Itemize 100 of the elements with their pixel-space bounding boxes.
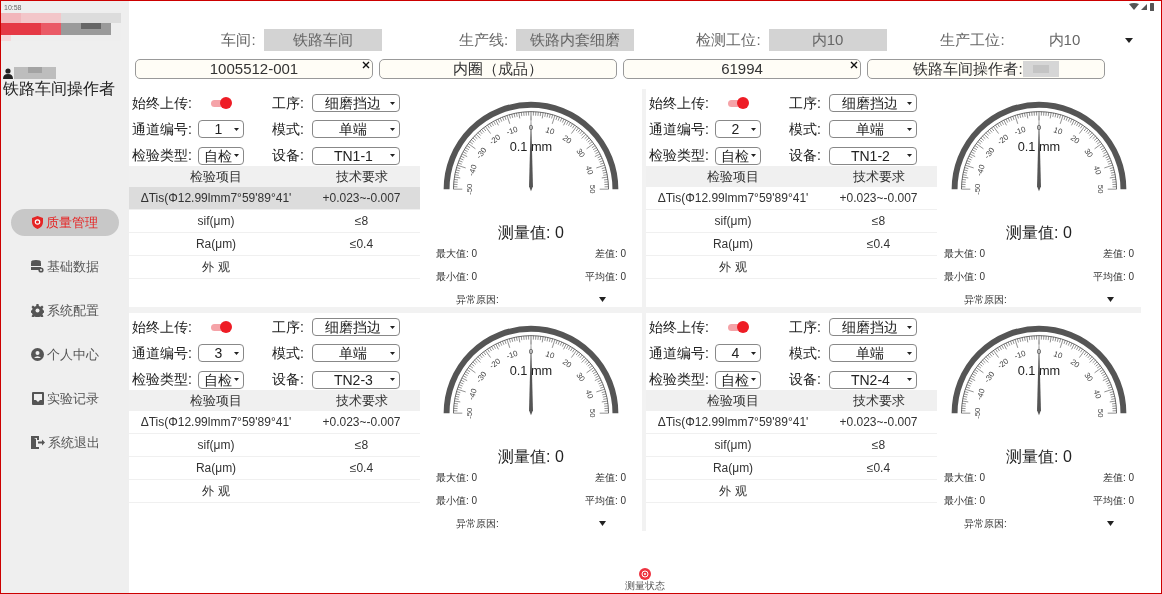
input-field[interactable]: 61994 — [623, 59, 861, 79]
shield-icon — [32, 216, 43, 229]
reason-dropdown[interactable]: 异常原因: — [456, 516, 606, 531]
toggle-switch[interactable] — [209, 97, 232, 109]
input-field[interactable]: 1005512-001 — [135, 59, 373, 79]
toggle-switch[interactable] — [726, 321, 749, 333]
reason-dropdown[interactable]: 异常原因: — [456, 292, 606, 307]
nav-item[interactable]: 系统退出 — [11, 429, 119, 456]
select-field[interactable]: 自检 — [197, 146, 244, 165]
select-field[interactable]: 3 — [197, 344, 244, 363]
table-row[interactable]: 外 观 — [646, 256, 937, 279]
select-field[interactable]: 2 — [714, 120, 761, 139]
table-cell-text: ≤8 — [870, 437, 887, 454]
table-row[interactable]: ΔTis(Φ12.99lmm7°59'89°41' +0.023~-0.007 — [129, 187, 420, 210]
measured-value: 测量值: 0 — [1006, 447, 1072, 467]
toggle-switch[interactable] — [726, 97, 749, 109]
nav-item[interactable]: 基础数据 — [11, 253, 119, 280]
column-header: 技术要求 — [851, 391, 906, 410]
table-row[interactable]: Ra(μm) ≤0.4 — [646, 233, 937, 256]
stat-text: 平均值: 0 — [1091, 494, 1134, 508]
reason-dropdown[interactable]: 异常原因: — [964, 292, 1114, 307]
select-field[interactable]: 细磨挡边 — [828, 318, 917, 336]
stat-text: 最大值: 0 — [944, 247, 987, 261]
stat-text: 平均值: 0 — [583, 494, 626, 508]
select-field[interactable]: 单端 — [828, 344, 917, 363]
select-field[interactable]: TN1-1 — [311, 146, 400, 165]
caret-icon — [750, 378, 756, 382]
table-row[interactable]: Ra(μm) ≤0.4 — [129, 233, 420, 256]
select-field[interactable]: 自检 — [714, 370, 761, 389]
table-cell-text: ≤0.4 — [348, 460, 375, 477]
table-cell-text: ≤0.4 — [865, 460, 892, 477]
scale-label: -50 — [465, 407, 475, 419]
stat-text: 差值: 0 — [1101, 471, 1134, 485]
field-label: 模式: — [272, 343, 304, 363]
table-row[interactable]: ΔTis(Φ12.99lmm7°59'89°41' +0.023~-0.007 — [646, 187, 937, 210]
value-box: 内10 — [768, 29, 887, 51]
select-field[interactable]: TN2-4 — [828, 370, 917, 389]
select-field[interactable]: TN2-3 — [311, 370, 400, 389]
table-row[interactable]: Ra(μm) ≤0.4 — [646, 457, 937, 480]
caret-icon — [389, 127, 395, 131]
scale-label: -50 — [973, 183, 983, 195]
table-row[interactable]: sif(μm) ≤8 — [646, 210, 937, 233]
table-cell-text: Ra(μm) — [194, 236, 238, 253]
stat-text: 最小值: 0 — [944, 494, 987, 508]
select-field[interactable]: 4 — [714, 344, 761, 363]
reason-dropdown[interactable]: 异常原因: — [964, 516, 1114, 531]
select-field[interactable]: 单端 — [311, 120, 400, 139]
table-row[interactable]: 外 观 — [646, 480, 937, 503]
input-field[interactable]: 内圈（成品） — [379, 59, 617, 79]
table-cell-text: sif(μm) — [196, 437, 236, 454]
table-row[interactable]: ΔTis(Φ12.99lmm7°59'89°41' +0.023~-0.007 — [646, 411, 937, 434]
table-cell-text: Ra(μm) — [711, 460, 755, 477]
nav-label[interactable]: 测量状态 — [625, 580, 665, 592]
select-field[interactable]: 细磨挡边 — [828, 94, 917, 112]
dropdown[interactable]: 内10 — [1012, 29, 1133, 51]
scale-label: 50 — [1095, 184, 1105, 194]
gauge-icon — [639, 568, 651, 580]
table-cell-text: sif(μm) — [713, 213, 753, 230]
table-row[interactable]: 外 观 — [129, 256, 420, 279]
table-cell-text: ≤8 — [353, 213, 370, 230]
toggle-switch[interactable] — [209, 321, 232, 333]
nav-item[interactable]: 实验记录 — [11, 385, 119, 412]
table-row[interactable]: sif(μm) ≤8 — [129, 210, 420, 233]
select-field[interactable]: 单端 — [311, 344, 400, 363]
table-row[interactable]: 外 观 — [129, 480, 420, 503]
select-field[interactable]: 细磨挡边 — [311, 318, 400, 336]
nav-item[interactable]: 个人中心 — [11, 341, 119, 368]
select-field[interactable]: 自检 — [197, 370, 244, 389]
field-label: 检测工位: — [696, 29, 761, 50]
measured-value: 测量值: 0 — [1006, 223, 1072, 243]
caret-icon — [906, 325, 912, 329]
field-label: 始终上传: — [132, 93, 192, 113]
stat-text: 最大值: 0 — [436, 471, 479, 485]
settings-icon — [31, 304, 44, 317]
select-field[interactable]: TN1-2 — [828, 146, 917, 165]
scale-label: 0 — [528, 123, 534, 133]
input-field[interactable]: 铁路车间操作者: — [867, 59, 1105, 79]
caret-icon — [906, 127, 912, 131]
caret-icon — [389, 325, 395, 329]
field-label: 设备: — [272, 146, 304, 166]
scale-label: -50 — [465, 183, 475, 195]
stat-text: 差值: 0 — [593, 247, 626, 261]
clear-icon — [362, 61, 370, 69]
column-header: 检验项目 — [189, 167, 243, 186]
caret-icon — [750, 351, 756, 355]
select-field[interactable]: 自检 — [714, 146, 761, 165]
field-label: 始终上传: — [649, 93, 709, 113]
table-cell-text: +0.023~-0.007 — [321, 190, 402, 207]
select-field[interactable]: 细磨挡边 — [311, 94, 400, 112]
select-field[interactable]: 1 — [197, 120, 244, 139]
nav-item[interactable]: 系统配置 — [11, 297, 119, 324]
scale-label: 0 — [1036, 123, 1042, 133]
table-row[interactable]: ΔTis(Φ12.99lmm7°59'89°41' +0.023~-0.007 — [129, 411, 420, 434]
clear-icon — [850, 61, 858, 69]
table-row[interactable]: Ra(μm) ≤0.4 — [129, 457, 420, 480]
table-row[interactable]: sif(μm) ≤8 — [129, 434, 420, 457]
caret-icon — [906, 378, 912, 382]
field-label: 工序: — [272, 93, 304, 113]
select-field[interactable]: 单端 — [828, 120, 917, 139]
table-row[interactable]: sif(μm) ≤8 — [646, 434, 937, 457]
